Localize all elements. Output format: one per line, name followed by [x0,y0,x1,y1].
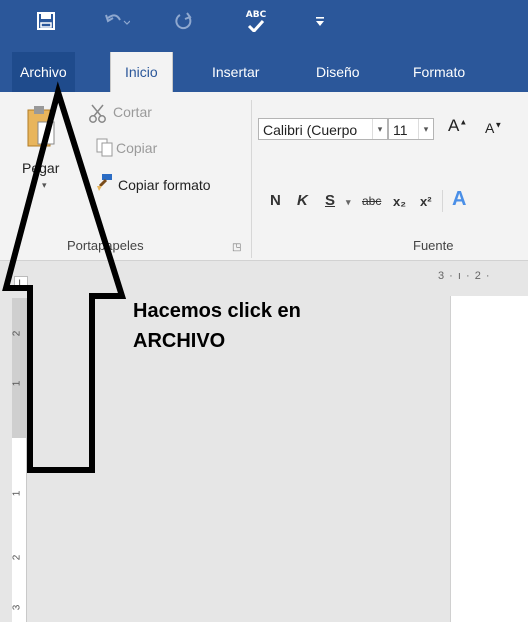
ruler-number: 2 [11,554,23,561]
tab-insertar[interactable]: Insertar [212,52,259,92]
ruler-margin [12,298,26,438]
grow-font-label: A [448,116,460,135]
spelling-abc-text: ABC [245,10,267,20]
ruler-numbers: 3 · ı · 2 · [438,270,491,282]
font-size-value: 11 [393,122,408,138]
text-effects-button[interactable]: A [452,188,466,211]
ruler-number: 1 [11,380,23,387]
format-painter-icon[interactable] [94,172,114,192]
font-name-combo[interactable]: Calibri (Cuerpo ▾ [258,118,388,140]
cut-button[interactable]: Cortar [113,104,152,120]
paste-icon[interactable] [26,104,56,150]
tab-archivo[interactable]: Archivo [12,52,75,92]
chevron-down-icon[interactable]: ▾ [418,119,433,139]
document-page[interactable] [450,296,528,622]
redo-icon[interactable] [172,8,198,34]
tab-diseno[interactable]: Diseño [316,52,360,92]
superscript-button[interactable]: x² [420,194,432,209]
vertical-ruler: 2 1 1 2 3 [11,298,27,622]
spelling-abc-icon[interactable]: ABC [242,8,270,34]
subscript-button[interactable]: x₂ [393,194,406,209]
strikethrough-button[interactable]: abc [362,194,381,208]
font-name-value: Calibri (Cuerpo [263,122,358,138]
chevron-down-icon[interactable]: ▾ [372,119,387,139]
font-inner-separator [442,190,443,212]
font-size-combo[interactable]: 11 ▾ [388,118,434,140]
clipboard-group-label: Portapapeles [67,238,144,253]
tab-inicio[interactable]: Inicio [110,52,173,92]
tab-formato[interactable]: Formato [413,52,465,92]
undo-icon[interactable] [102,8,132,34]
paste-dropdown-icon[interactable]: ▾ [42,180,47,191]
group-separator [251,100,252,258]
grow-font-button[interactable]: A▲ [448,116,467,136]
clipboard-launcher-icon[interactable]: ◳ [232,242,241,253]
horizontal-ruler: L 3 · ı · 2 · [0,268,528,294]
font-group-label: Fuente [413,238,454,253]
save-icon[interactable] [34,8,58,34]
ruler-number: 1 [11,490,23,497]
customize-qat-icon[interactable] [312,8,328,34]
copy-icon[interactable] [96,138,114,158]
tab-selector-icon[interactable]: L [14,276,28,290]
paste-button[interactable]: Pegar [22,160,59,176]
ruler-number: 3 [11,604,23,611]
copy-button[interactable]: Copiar [116,140,157,156]
italic-button[interactable]: K [297,192,308,209]
ruler-number: 2 [11,330,23,337]
annotation-line-1: Hacemos click en [133,300,301,322]
shrink-font-label: A [485,120,495,136]
quick-access-toolbar: ABC [0,0,528,52]
annotation-text: Hacemos click en ARCHIVO [133,296,301,356]
format-painter-button[interactable]: Copiar formato [118,177,211,193]
ribbon-tabs: Archivo Inicio Insertar Diseño Formato [0,52,528,92]
annotation-line-2: ARCHIVO [133,330,226,352]
shrink-font-button[interactable]: A▼ [485,120,502,136]
underline-dropdown-icon[interactable]: ▾ [346,197,351,208]
cut-icon[interactable] [88,104,108,124]
bold-button[interactable]: N [270,192,281,209]
underline-button[interactable]: S [325,192,335,209]
